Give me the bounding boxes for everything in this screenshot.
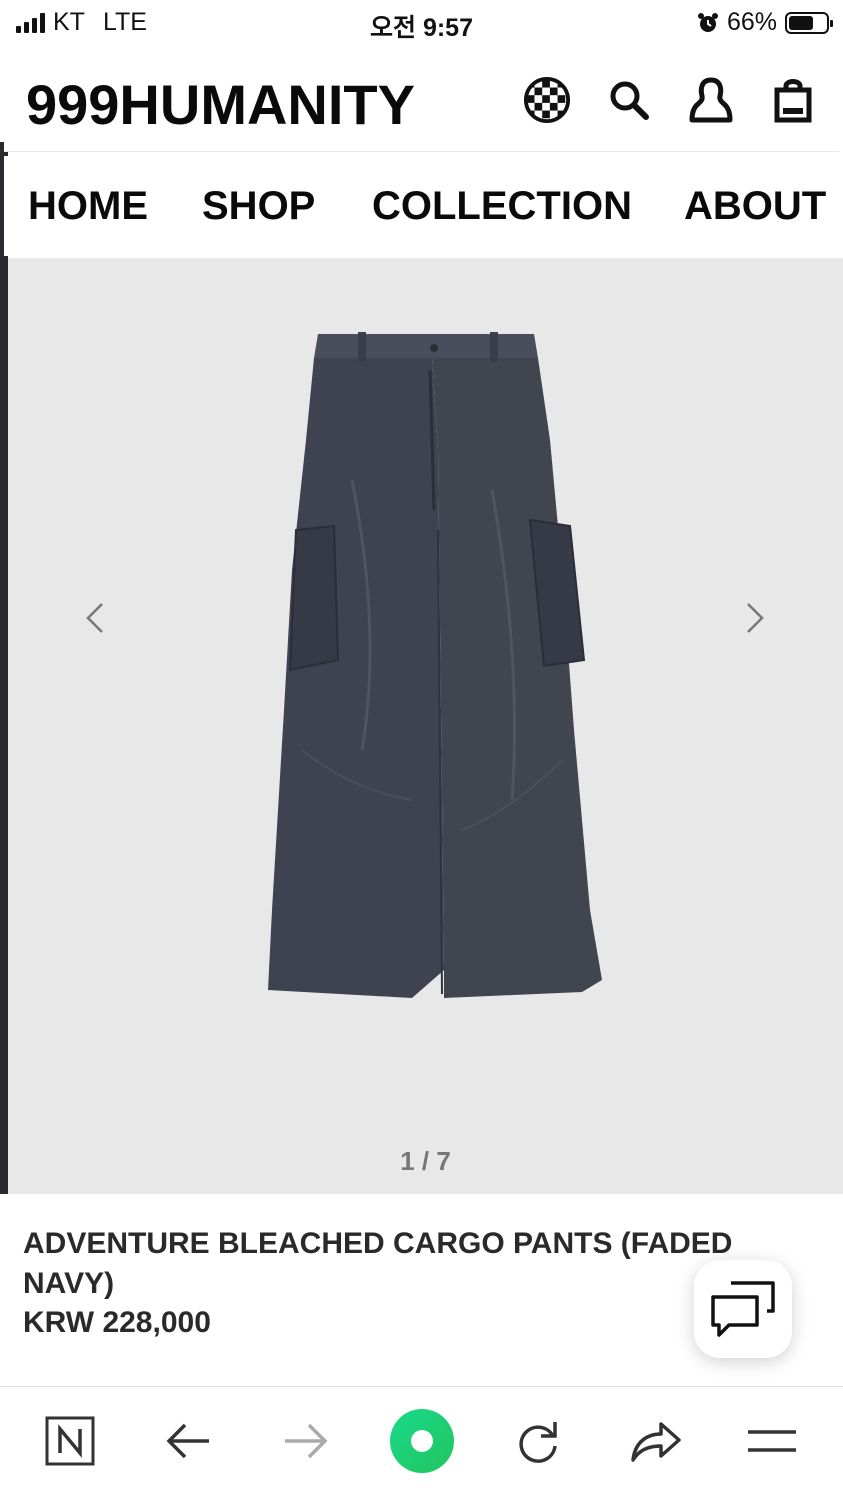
home-button[interactable] xyxy=(382,1401,462,1481)
battery-fill xyxy=(789,15,813,30)
product-info: ADVENTURE BLEACHED CARGO PANTS (FADED NA… xyxy=(0,1196,843,1386)
gallery-next-button[interactable] xyxy=(734,598,774,638)
product-title: ADVENTURE BLEACHED CARGO PANTS (FADED NA… xyxy=(23,1227,733,1300)
share-button[interactable] xyxy=(628,1413,684,1469)
alarm-icon xyxy=(697,12,718,32)
status-bar: KT LTE 오전 9:57 66% xyxy=(0,0,843,46)
reload-button[interactable] xyxy=(510,1413,566,1469)
page-edge xyxy=(0,142,8,1194)
nav-item-shop[interactable]: SHOP xyxy=(202,184,315,229)
battery-percent: 66% xyxy=(726,8,777,36)
menu-button[interactable] xyxy=(744,1413,800,1469)
home-circle-icon xyxy=(390,1409,454,1473)
chevron-left-icon xyxy=(86,603,103,633)
gallery-prev-button[interactable] xyxy=(76,598,116,638)
nav-item-collection[interactable]: COLLECTION xyxy=(372,184,632,229)
share-icon xyxy=(631,1422,681,1462)
back-button[interactable] xyxy=(160,1413,216,1469)
forward-button[interactable] xyxy=(278,1413,334,1469)
naver-icon xyxy=(45,1416,95,1466)
reload-icon xyxy=(519,1422,557,1463)
menu-icon xyxy=(748,1430,796,1452)
battery-icon xyxy=(785,11,833,34)
nav-item-about[interactable]: ABOUT xyxy=(684,184,826,229)
site-header: 999HUMANITY xyxy=(4,50,839,152)
nav-item-home[interactable]: HOME xyxy=(28,184,148,229)
forward-arrow-icon xyxy=(285,1423,328,1459)
product-price: KRW 228,000 xyxy=(23,1306,211,1339)
chat-button[interactable] xyxy=(694,1260,792,1358)
main-nav: HOME SHOP COLLECTION ABOUT xyxy=(4,156,839,256)
product-gallery[interactable]: 1 / 7 xyxy=(8,258,843,1194)
cart-icon[interactable] xyxy=(769,76,817,124)
chat-icon xyxy=(711,1281,775,1337)
globe-icon[interactable] xyxy=(523,76,571,124)
back-arrow-icon xyxy=(166,1423,209,1459)
product-image xyxy=(268,332,602,998)
chevron-right-icon xyxy=(747,603,764,633)
naver-button[interactable] xyxy=(42,1413,98,1469)
header-icons xyxy=(523,76,817,124)
site-logo[interactable]: 999HUMANITY xyxy=(26,72,415,137)
gallery-counter: 1 / 7 xyxy=(400,1146,451,1176)
status-right: 66% xyxy=(697,8,833,37)
browser-toolbar xyxy=(0,1386,843,1500)
search-icon[interactable] xyxy=(605,76,653,124)
account-icon[interactable] xyxy=(687,76,735,124)
